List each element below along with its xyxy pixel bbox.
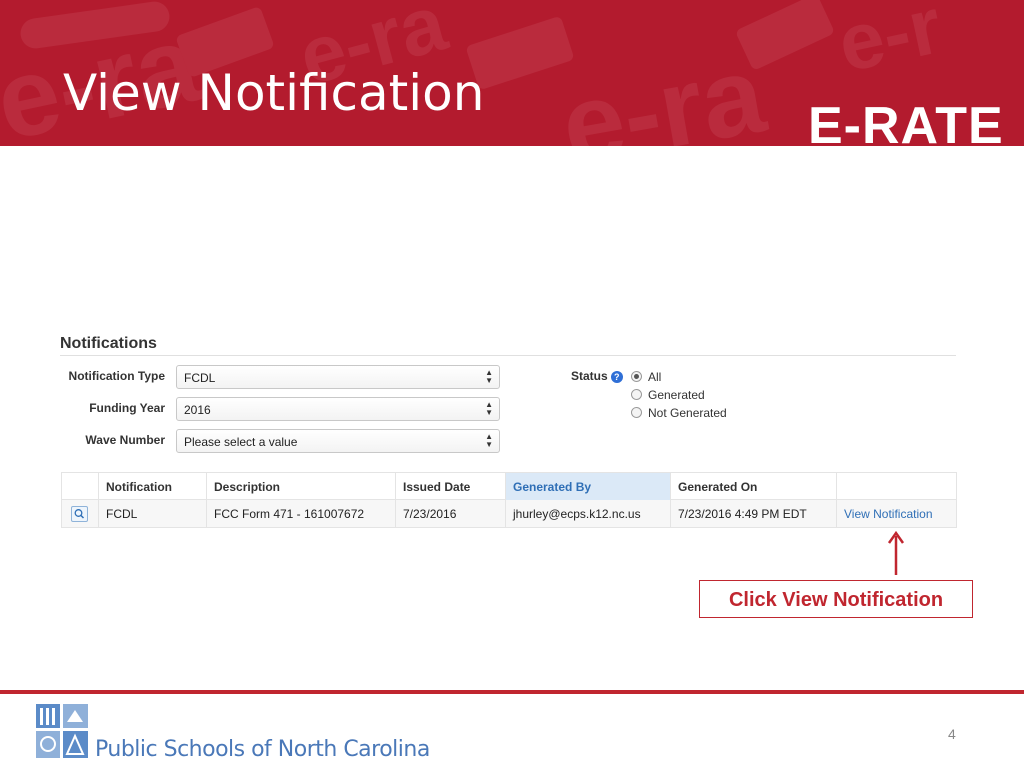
notification-type-value: FCDL bbox=[184, 371, 216, 385]
dpi-seal-icon bbox=[36, 704, 88, 758]
view-notification-link[interactable]: View Notification bbox=[836, 500, 956, 527]
status-option-label: All bbox=[648, 370, 662, 384]
funding-year-label: Funding Year bbox=[89, 401, 165, 415]
wave-number-label: Wave Number bbox=[85, 433, 165, 447]
notifications-table: Notification Description Issued Date Gen… bbox=[61, 472, 957, 528]
wave-number-value: Please select a value bbox=[184, 435, 298, 449]
up-arrow-icon bbox=[887, 530, 905, 575]
column-header-notification[interactable]: Notification bbox=[98, 473, 206, 500]
view-details-button[interactable] bbox=[71, 506, 88, 522]
cell-generated-on: 7/23/2016 4:49 PM EDT bbox=[670, 500, 836, 527]
funding-year-value: 2016 bbox=[184, 403, 211, 417]
status-option-label: Generated bbox=[648, 388, 705, 402]
select-arrows-icon: ▲ ▼ bbox=[485, 432, 493, 449]
column-header-description[interactable]: Description bbox=[206, 473, 395, 500]
wave-number-select[interactable]: Please select a value ▲ ▼ bbox=[176, 429, 500, 453]
notifications-heading: Notifications bbox=[60, 335, 157, 352]
radio-checked-icon[interactable] bbox=[631, 371, 642, 382]
notification-type-label: Notification Type bbox=[68, 369, 165, 383]
footer-organization-name: Public Schools of North Carolina bbox=[95, 737, 430, 762]
status-option-not-generated[interactable]: Not Generated bbox=[631, 406, 727, 422]
page-number: 4 bbox=[948, 726, 956, 742]
column-header-issued-date[interactable]: Issued Date bbox=[395, 473, 505, 500]
select-arrows-icon: ▲ ▼ bbox=[485, 368, 493, 385]
svg-text:e-ra: e-ra bbox=[553, 32, 774, 146]
status-option-all[interactable]: All bbox=[631, 370, 661, 386]
table-row: FCDL FCC Form 471 - 161007672 7/23/2016 … bbox=[62, 500, 956, 527]
header-banner: e-ra e-ra e-ra e-r View Notification E-R… bbox=[0, 0, 1024, 146]
header-action-spacer bbox=[62, 473, 98, 500]
status-option-label: Not Generated bbox=[648, 406, 727, 420]
row-action-cell bbox=[62, 500, 98, 527]
help-icon[interactable]: ? bbox=[610, 371, 623, 383]
select-arrows-icon: ▲ ▼ bbox=[485, 400, 493, 417]
cell-notification: FCDL bbox=[98, 500, 206, 527]
status-option-generated[interactable]: Generated bbox=[631, 388, 705, 404]
column-header-generated-by[interactable]: Generated By bbox=[505, 473, 670, 500]
erate-logo: E-RATE bbox=[808, 97, 1004, 146]
funding-year-select[interactable]: 2016 ▲ ▼ bbox=[176, 397, 500, 421]
cell-description: FCC Form 471 - 161007672 bbox=[206, 500, 395, 527]
section-divider bbox=[60, 355, 956, 356]
status-label: Status? bbox=[571, 369, 623, 383]
slide-title: View Notification bbox=[63, 64, 485, 122]
radio-icon[interactable] bbox=[631, 389, 642, 400]
svg-text:e-r: e-r bbox=[830, 0, 949, 89]
status-label-text: Status bbox=[571, 369, 608, 383]
cell-generated-by: jhurley@ecps.k12.nc.us bbox=[505, 500, 670, 527]
header-link-spacer bbox=[836, 473, 956, 500]
notification-type-select[interactable]: FCDL ▲ ▼ bbox=[176, 365, 500, 389]
column-header-generated-on[interactable]: Generated On bbox=[670, 473, 836, 500]
callout-box: Click View Notification bbox=[699, 580, 973, 618]
radio-icon[interactable] bbox=[631, 407, 642, 418]
table-header: Notification Description Issued Date Gen… bbox=[62, 473, 956, 500]
cell-issued-date: 7/23/2016 bbox=[395, 500, 505, 527]
magnifier-icon bbox=[74, 509, 85, 519]
footer-divider bbox=[0, 690, 1024, 694]
